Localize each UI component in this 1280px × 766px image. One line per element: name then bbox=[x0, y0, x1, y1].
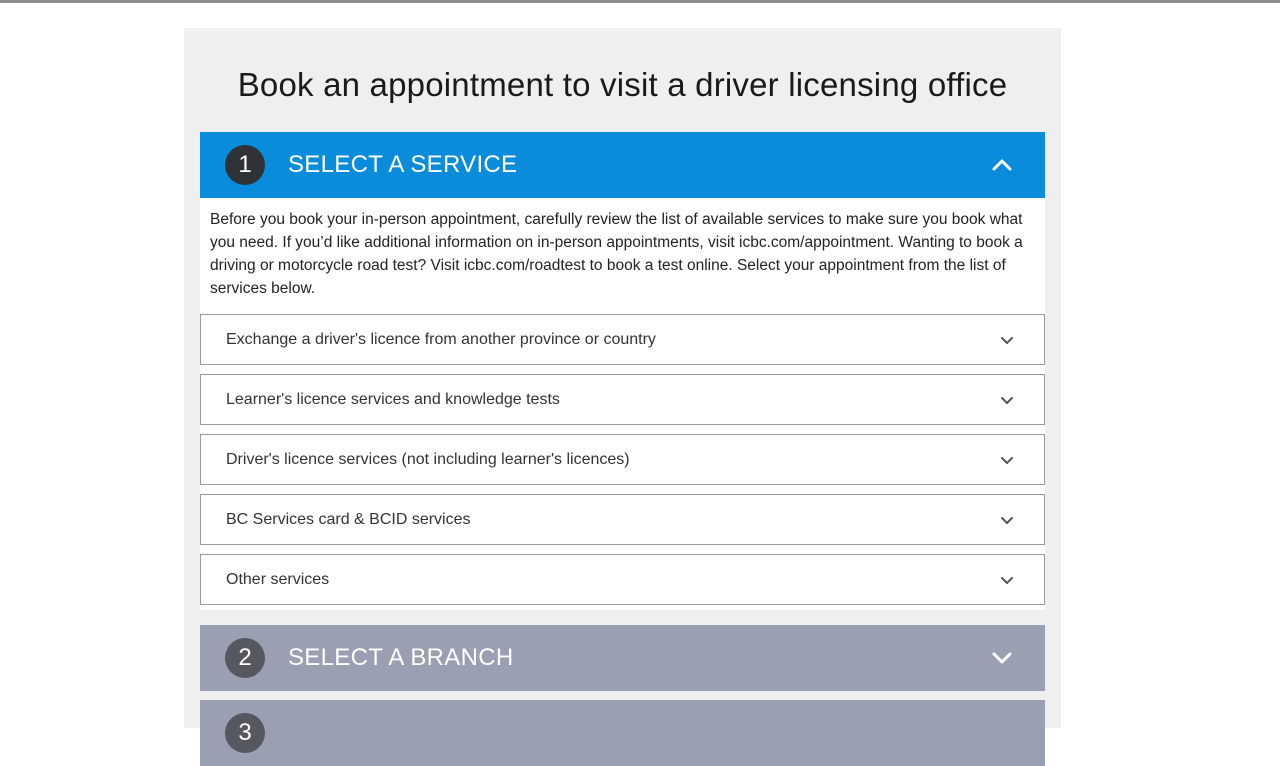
service-intro-text: Before you book your in-person appointme… bbox=[210, 211, 1023, 297]
chevron-down-icon[interactable] bbox=[991, 647, 1013, 669]
service-label: BC Services card & BCID services bbox=[226, 510, 471, 528]
step-select-branch-header[interactable]: 2 SELECT A BRANCH bbox=[200, 625, 1045, 691]
chevron-down-icon bbox=[1001, 576, 1013, 584]
service-option-exchange-licence[interactable]: Exchange a driver's licence from another… bbox=[200, 314, 1045, 365]
chevron-down-icon bbox=[1001, 456, 1013, 464]
service-option-bc-services-card[interactable]: BC Services card & BCID services bbox=[200, 494, 1045, 545]
step-title: SELECT A SERVICE bbox=[288, 151, 518, 178]
page-title: Book an appointment to visit a driver li… bbox=[237, 66, 1008, 103]
chevron-up-icon[interactable] bbox=[991, 154, 1013, 176]
step-select-service-header[interactable]: 1 SELECT A SERVICE bbox=[200, 132, 1045, 198]
step-number-badge: 2 bbox=[225, 638, 265, 678]
service-label: Driver's licence services (not including… bbox=[226, 450, 630, 468]
service-label: Exchange a driver's licence from another… bbox=[226, 330, 656, 348]
service-list-section: Before you book your in-person appointme… bbox=[200, 198, 1045, 610]
service-option-drivers-licence[interactable]: Driver's licence services (not including… bbox=[200, 434, 1045, 485]
step-number-badge: 1 bbox=[225, 145, 265, 185]
chevron-down-icon bbox=[1001, 336, 1013, 344]
service-label: Learner's licence services and knowledge… bbox=[226, 390, 560, 408]
step-number-badge: 3 bbox=[225, 713, 265, 753]
service-label: Other services bbox=[226, 570, 330, 588]
chevron-down-icon bbox=[1001, 396, 1013, 404]
service-option-other[interactable]: Other services bbox=[200, 554, 1045, 605]
booking-panel: Book an appointment to visit a driver li… bbox=[184, 28, 1061, 766]
chevron-down-icon bbox=[1001, 516, 1013, 524]
service-option-learners-licence[interactable]: Learner's licence services and knowledge… bbox=[200, 374, 1045, 425]
top-border bbox=[0, 0, 1280, 3]
step-3-header[interactable]: 3 bbox=[200, 700, 1045, 766]
step-title: SELECT A BRANCH bbox=[288, 644, 514, 671]
